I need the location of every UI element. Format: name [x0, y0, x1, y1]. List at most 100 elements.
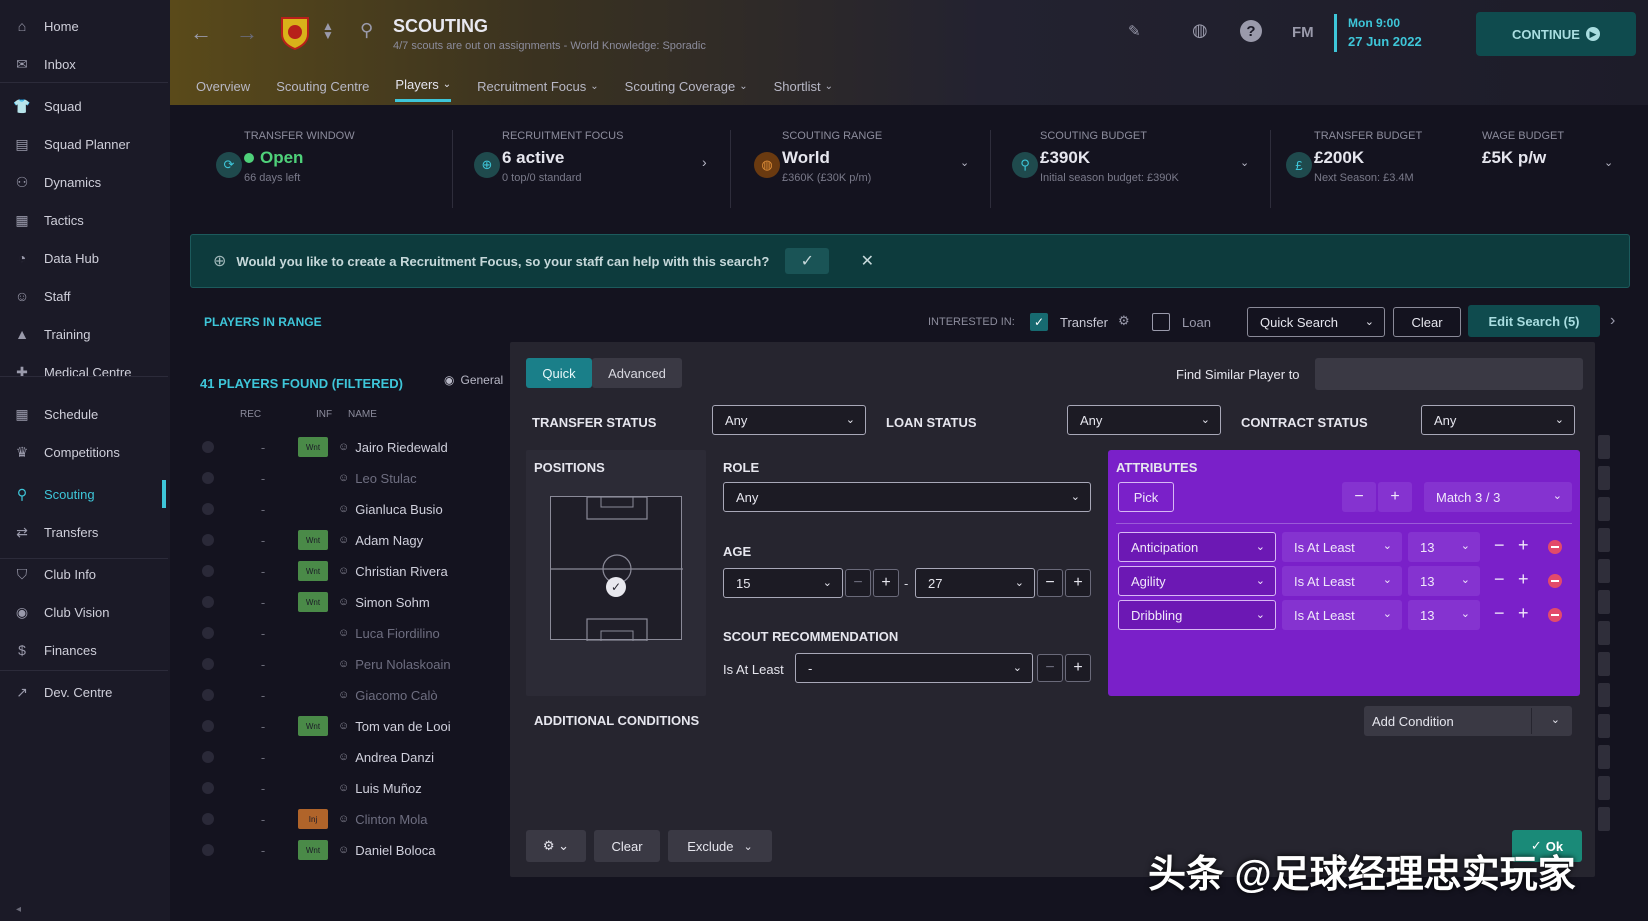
player-row[interactable]: - Wnt ☺ Daniel Boloca — [200, 835, 510, 865]
age-max-increase-button[interactable]: + — [1065, 569, 1091, 597]
player-name[interactable]: Christian Rivera — [355, 564, 447, 579]
attribute-decrease-button[interactable]: − — [1494, 569, 1505, 590]
age-max-dropdown[interactable]: 27 ⌄ — [915, 568, 1035, 598]
edit-search-button[interactable]: Edit Search (5) — [1468, 305, 1600, 337]
selected-position-marker[interactable]: ✓ — [606, 577, 626, 597]
sidebar-item-tactics[interactable]: ▦ Tactics — [0, 202, 168, 238]
clear-search-button[interactable]: Clear — [1393, 307, 1461, 337]
help-icon[interactable]: ? — [1240, 20, 1262, 42]
match-dropdown[interactable]: Match 3 / 3 ⌄ — [1424, 482, 1572, 512]
selection-dot[interactable] — [202, 472, 214, 484]
player-name[interactable]: Adam Nagy — [355, 533, 423, 548]
sidebar-item-squad-planner[interactable]: ▤ Squad Planner — [0, 126, 168, 162]
sidebar-item-dynamics[interactable]: ⚇ Dynamics — [0, 164, 168, 200]
tab-scouting-coverage[interactable]: Scouting Coverage ⌄ — [625, 70, 748, 102]
attribute-value-dropdown[interactable]: 13 ⌄ — [1408, 566, 1480, 596]
chevron-down-icon[interactable]: ⌄ — [960, 156, 969, 169]
attribute-operator-dropdown[interactable]: Is At Least ⌄ — [1282, 532, 1402, 562]
tab-shortlist[interactable]: Shortlist ⌄ — [774, 70, 833, 102]
attribute-value-dropdown[interactable]: 13 ⌄ — [1408, 532, 1480, 562]
contract-status-dropdown[interactable]: Any ⌄ — [1421, 405, 1575, 435]
column-inf[interactable]: INF — [316, 409, 332, 420]
player-name[interactable]: Giacomo Calò — [355, 688, 437, 703]
add-condition-dropdown[interactable]: Add Condition ⌄ — [1364, 706, 1572, 736]
column-rec[interactable]: REC — [240, 409, 261, 420]
loan-status-dropdown[interactable]: Any ⌄ — [1067, 405, 1221, 435]
selection-dot[interactable] — [202, 596, 214, 608]
attribute-name-dropdown[interactable]: Dribbling ⌄ — [1118, 600, 1276, 630]
globe-icon[interactable]: ◍ — [1192, 20, 1208, 41]
player-row[interactable]: - Wnt ☺ Adam Nagy — [200, 525, 510, 555]
wage-budget-stat[interactable]: WAGE BUDGET £5K p/w ⌄ — [1482, 130, 1622, 205]
advanced-tab[interactable]: Advanced — [592, 358, 682, 388]
scout-rec-decrease-button[interactable]: − — [1037, 654, 1063, 682]
remove-condition-icon[interactable] — [1548, 608, 1562, 622]
role-dropdown[interactable]: Any ⌄ — [723, 482, 1091, 512]
fm-menu-button[interactable]: FM — [1292, 24, 1314, 41]
attribute-name-dropdown[interactable]: Anticipation ⌄ — [1118, 532, 1276, 562]
quick-tab[interactable]: Quick — [526, 358, 592, 388]
selection-dot[interactable] — [202, 503, 214, 515]
player-name[interactable]: Andrea Danzi — [355, 750, 434, 765]
player-row[interactable]: - Wnt ☺ Simon Sohm — [200, 587, 510, 617]
scout-recommendation-dropdown[interactable]: - ⌄ — [795, 653, 1033, 683]
sidebar-item-training[interactable]: ▲ Training — [0, 316, 168, 352]
loan-checkbox[interactable] — [1152, 313, 1170, 331]
transfer-checkbox[interactable]: ✓ — [1030, 313, 1048, 331]
player-name[interactable]: Luis Muñoz — [355, 781, 421, 796]
attribute-value-dropdown[interactable]: 13 ⌄ — [1408, 600, 1480, 630]
tab-players[interactable]: Players ⌄ — [395, 70, 452, 102]
player-name[interactable]: Daniel Boloca — [355, 843, 435, 858]
player-row[interactable]: - ☺ Leo Stulac — [200, 463, 510, 493]
clear-button[interactable]: Clear — [594, 830, 660, 862]
transfer-budget-stat[interactable]: £ TRANSFER BUDGET £200K Next Season: £3.… — [1286, 130, 1464, 205]
selection-dot[interactable] — [202, 441, 214, 453]
player-row[interactable]: - ☺ Giacomo Calò — [200, 680, 510, 710]
view-selector[interactable]: ◉ General — [444, 373, 503, 387]
find-similar-input[interactable] — [1315, 358, 1583, 390]
selection-dot[interactable] — [202, 627, 214, 639]
collapse-sidebar-icon[interactable]: ◂ — [16, 904, 21, 915]
player-row[interactable]: - ☺ Gianluca Busio — [200, 494, 510, 524]
sidebar-item-club-vision[interactable]: ◉ Club Vision — [0, 594, 168, 630]
gear-icon[interactable]: ⚙ — [1118, 313, 1130, 329]
pick-attribute-button[interactable]: Pick — [1118, 482, 1174, 512]
selection-dot[interactable] — [202, 751, 214, 763]
sidebar-item-inbox[interactable]: ✉ Inbox — [0, 46, 168, 82]
selection-dot[interactable] — [202, 782, 214, 794]
player-name[interactable]: Gianluca Busio — [355, 502, 442, 517]
chevron-right-icon[interactable]: › — [702, 154, 707, 170]
dismiss-button[interactable]: ✕ — [845, 248, 889, 274]
column-name[interactable]: NAME — [348, 409, 377, 420]
match-decrease-button[interactable]: − — [1342, 482, 1376, 512]
sidebar-item-club-info[interactable]: ⛉ Club Info — [0, 556, 168, 592]
sidebar-item-schedule[interactable]: ▦ Schedule — [0, 396, 168, 432]
player-row[interactable]: - Inj ☺ Clinton Mola — [200, 804, 510, 834]
player-name[interactable]: Tom van de Looi — [355, 719, 450, 734]
sidebar-item-scouting[interactable]: ⚲ Scouting — [0, 476, 168, 512]
player-name[interactable]: Jairo Riedewald — [355, 440, 448, 455]
back-arrow-icon[interactable]: ← — [190, 20, 212, 46]
remove-condition-icon[interactable] — [1548, 540, 1562, 554]
sidebar-item-transfers[interactable]: ⇄ Transfers — [0, 514, 168, 550]
attribute-increase-button[interactable]: + — [1518, 535, 1529, 556]
attribute-increase-button[interactable]: + — [1518, 603, 1529, 624]
selection-dot[interactable] — [202, 565, 214, 577]
player-name[interactable]: Luca Fiordilino — [355, 626, 440, 641]
selection-dot[interactable] — [202, 813, 214, 825]
player-row[interactable]: - Wnt ☺ Jairo Riedewald — [200, 432, 510, 462]
match-increase-button[interactable]: + — [1378, 482, 1412, 512]
selection-dot[interactable] — [202, 658, 214, 670]
sidebar-item-data-hub[interactable]: ◔ Data Hub — [0, 240, 168, 276]
attribute-name-dropdown[interactable]: Agility ⌄ — [1118, 566, 1276, 596]
attribute-operator-dropdown[interactable]: Is At Least ⌄ — [1282, 566, 1402, 596]
transfer-status-dropdown[interactable]: Any ⌄ — [712, 405, 866, 435]
sidebar-item-staff[interactable]: ☺ Staff — [0, 278, 168, 314]
recruitment-focus-stat[interactable]: ⊕ RECRUITMENT FOCUS 6 active 0 top/0 sta… — [474, 130, 732, 205]
sidebar-item-dev-centre[interactable]: ↗ Dev. Centre — [0, 674, 168, 710]
settings-button[interactable]: ⚙ ⌄ — [526, 830, 586, 862]
scouting-budget-stat[interactable]: ⚲ SCOUTING BUDGET £390K Initial season b… — [1012, 130, 1270, 205]
position-pitch[interactable]: ✓ — [550, 496, 683, 642]
attribute-increase-button[interactable]: + — [1518, 569, 1529, 590]
tab-scouting-centre[interactable]: Scouting Centre — [276, 70, 369, 102]
